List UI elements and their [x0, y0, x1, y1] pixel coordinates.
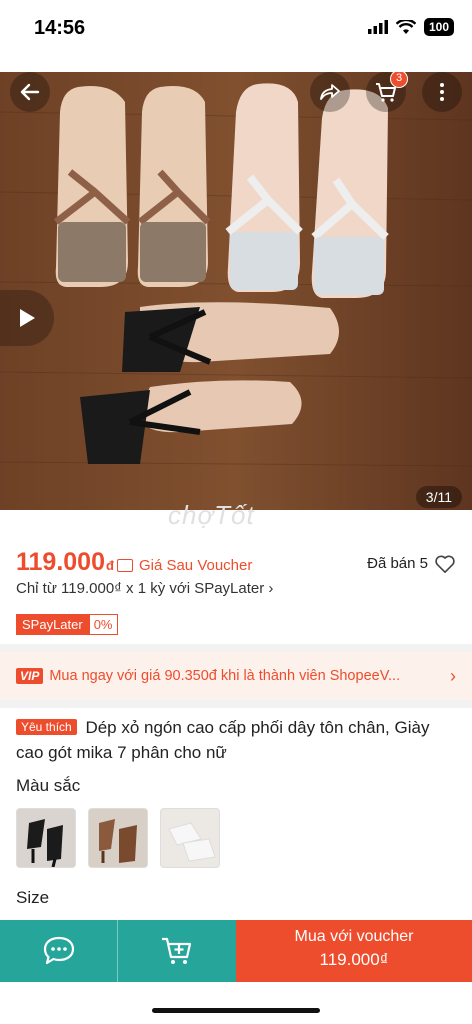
back-button[interactable]	[10, 72, 50, 112]
vip-text: Mua ngay với giá 90.350đ khi là thành vi…	[49, 668, 401, 684]
watermark: chợTốt	[168, 500, 255, 530]
color-label: Màu sắc	[16, 776, 81, 795]
battery-indicator: 100	[424, 18, 454, 36]
more-icon	[440, 83, 444, 101]
status-bar: 14:56 100	[0, 0, 472, 60]
variant-white-thumb	[161, 809, 219, 867]
variant-black-thumb	[17, 809, 75, 867]
back-icon	[20, 83, 40, 101]
chat-button[interactable]	[0, 920, 118, 982]
chevron-right-icon: ›	[450, 666, 456, 686]
product-title-block: Yêu thích Dép xỏ ngón cao cấp phối dây t…	[16, 716, 456, 765]
spaylater-badge: SPayLater 0%	[16, 614, 118, 635]
buy-with-voucher-button[interactable]: Mua với voucher 119.000₫	[236, 920, 472, 982]
vip-promo-bar[interactable]: VIP Mua ngay với giá 90.350đ khi là thàn…	[0, 652, 472, 700]
add-cart-icon	[162, 937, 192, 964]
variant-brown-thumb	[89, 809, 147, 867]
price: 119.000	[16, 548, 105, 576]
home-indicator	[152, 1008, 320, 1013]
buy-price: 119.000₫	[319, 950, 389, 969]
favorite-button[interactable]	[434, 554, 456, 579]
image-counter: 3/11	[415, 486, 462, 508]
product-photo	[0, 72, 472, 510]
vip-tag: VIP	[16, 668, 44, 684]
spaylater-label: SPayLater	[16, 614, 89, 635]
play-video-button[interactable]	[0, 290, 54, 346]
variant-white[interactable]	[160, 808, 220, 868]
share-button[interactable]	[310, 72, 350, 112]
voucher-icon	[116, 559, 133, 572]
variant-brown[interactable]	[88, 808, 148, 868]
product-title: Dép xỏ ngón cao cấp phối dây tôn chân, G…	[16, 718, 430, 762]
spaylater-rate: 0%	[88, 614, 118, 635]
variant-black[interactable]	[16, 808, 76, 868]
share-icon	[320, 84, 340, 100]
heart-icon	[435, 555, 455, 573]
wifi-icon	[396, 19, 416, 34]
signal-icon	[368, 20, 388, 34]
sold-count: Đã bán 5	[367, 555, 428, 572]
status-time: 14:56	[34, 17, 86, 39]
color-variants	[16, 808, 220, 868]
divider	[0, 700, 472, 708]
more-button[interactable]	[422, 72, 462, 112]
installment-info[interactable]: Chỉ từ 119.000₫ x 1 kỳ với SPayLater ›	[16, 580, 273, 597]
favorite-badge: Yêu thích	[16, 719, 77, 735]
price-currency: đ	[106, 558, 114, 573]
add-to-cart-button[interactable]	[118, 920, 236, 982]
status-icons: 100	[368, 18, 454, 36]
play-icon	[20, 309, 35, 327]
product-image-gallery[interactable]: 3 3/11	[0, 72, 472, 510]
size-label: Size	[16, 888, 50, 907]
bottom-action-bar: Mua với voucher 119.000₫	[0, 920, 472, 982]
divider	[0, 644, 472, 652]
buy-label: Mua với voucher	[294, 928, 414, 945]
cart-button[interactable]: 3	[366, 72, 408, 112]
chat-icon	[43, 936, 74, 965]
price-note: Giá Sau Voucher	[138, 557, 253, 574]
